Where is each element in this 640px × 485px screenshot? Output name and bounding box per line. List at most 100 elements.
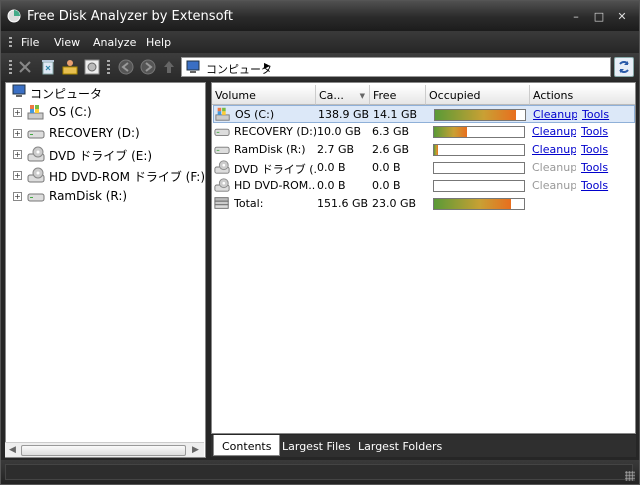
windows-drive-icon	[215, 106, 231, 122]
column-occupied[interactable]: Occupied	[426, 85, 530, 105]
tree-item-dvd[interactable]: + DVD ドライブ (E:)	[6, 145, 205, 165]
free-value: 2.6 GB	[372, 143, 410, 156]
dvd-drive-icon	[27, 167, 45, 183]
volume-name: Total:	[234, 197, 264, 210]
tree-item-label: RECOVERY (D:)	[49, 126, 140, 140]
menu-analyze[interactable]: Analyze	[93, 36, 136, 49]
tree-horizontal-scrollbar[interactable]: ◀ ▶	[5, 442, 204, 457]
menu-grip[interactable]	[9, 37, 12, 48]
computer-icon	[12, 84, 30, 100]
title-bar[interactable]: Free Disk Analyzer by Extensoft – □ ✕	[1, 1, 639, 31]
hard-drive-icon	[27, 188, 45, 204]
window-title: Free Disk Analyzer by Extensoft	[27, 9, 233, 24]
tree-item-os[interactable]: + OS (C:)	[6, 103, 205, 123]
volume-name: HD DVD-ROM...	[234, 179, 316, 192]
tab-contents[interactable]: Contents	[213, 435, 281, 456]
table-row[interactable]: Total: 151.6 GB 23.0 GB	[213, 195, 635, 213]
sort-desc-icon: ▼	[359, 92, 365, 100]
occupied-bar-fill	[434, 127, 467, 137]
view-tabs: Contents Largest Files Largest Folders	[211, 435, 636, 457]
address-path[interactable]: コンピュータ	[206, 61, 272, 77]
breadcrumb-arrow-icon[interactable]: ▶	[264, 61, 270, 70]
column-actions-label: Actions	[533, 89, 574, 102]
occupied-bar	[433, 180, 525, 192]
disk-properties-icon[interactable]	[82, 57, 102, 77]
folder-tree[interactable]: コンピュータ + OS (C:) + RECOVERY (D:) + DVD ド…	[5, 82, 206, 458]
maximize-button[interactable]: □	[590, 10, 608, 24]
tools-link[interactable]: Tools	[581, 179, 611, 192]
scroll-left-icon[interactable]: ◀	[9, 445, 16, 455]
cleanup-link[interactable]: Cleanup	[532, 143, 576, 156]
table-row[interactable]: RECOVERY (D:) 10.0 GB 6.3 GB Cleanup Tools	[213, 123, 635, 141]
column-free[interactable]: Free	[370, 85, 426, 105]
volume-name: RamDisk (R:)	[234, 143, 306, 156]
back-icon[interactable]	[116, 57, 136, 77]
capacity-value: 0.0 B	[317, 179, 346, 192]
tab-largest-files[interactable]: Largest Files	[274, 435, 359, 456]
column-volume[interactable]: Volume	[212, 85, 316, 105]
cleanup-link[interactable]: Cleanup	[533, 108, 577, 121]
computer-icon	[186, 60, 202, 74]
scroll-right-icon[interactable]: ▶	[192, 445, 199, 455]
cleanup-link: Cleanup	[532, 179, 576, 192]
table-row[interactable]: DVD ドライブ (... 0.0 B 0.0 B Cleanup Tools	[213, 159, 635, 177]
toolbar-grip[interactable]	[9, 60, 12, 75]
volume-name: RECOVERY (D:)	[234, 125, 316, 138]
minimize-button[interactable]: –	[567, 10, 585, 24]
tree-root[interactable]: コンピュータ	[6, 83, 205, 103]
status-bar	[1, 460, 639, 484]
tools-link[interactable]: Tools	[582, 108, 612, 121]
tree-item-label: OS (C:)	[49, 105, 92, 119]
capacity-value: 2.7 GB	[317, 143, 355, 156]
tools-link[interactable]: Tools	[581, 125, 611, 138]
tree-item-ramdisk[interactable]: + RamDisk (R:)	[6, 187, 205, 207]
occupied-bar	[433, 144, 525, 156]
toolbar-grip-2[interactable]	[107, 60, 110, 75]
occupied-bar-fill	[435, 110, 516, 120]
close-button[interactable]: ✕	[613, 10, 631, 24]
status-text-area	[5, 464, 633, 480]
cleanup-link: Cleanup	[532, 161, 576, 174]
app-window: Free Disk Analyzer by Extensoft – □ ✕ Fi…	[0, 0, 640, 485]
forward-icon[interactable]	[138, 57, 158, 77]
column-actions[interactable]: Actions	[530, 85, 635, 105]
cleanup-link[interactable]: Cleanup	[532, 125, 576, 138]
free-value: 14.1 GB	[373, 108, 418, 121]
expand-icon[interactable]: +	[13, 108, 22, 117]
up-icon[interactable]	[159, 57, 179, 77]
toolbar: コンピュータ ▶	[1, 53, 639, 81]
dvd-drive-icon	[214, 177, 230, 193]
tree-item-recovery[interactable]: + RECOVERY (D:)	[6, 124, 205, 144]
table-row[interactable]: OS (C:) 138.9 GB 14.1 GB Cleanup Tools	[213, 105, 635, 123]
resize-grip-icon[interactable]	[625, 471, 635, 481]
menu-view[interactable]: View	[54, 36, 80, 49]
tree-item-hddvd[interactable]: + HD DVD-ROM ドライブ (F:)	[6, 166, 205, 186]
column-volume-label: Volume	[215, 89, 256, 102]
free-value: 23.0 GB	[372, 197, 417, 210]
menu-help[interactable]: Help	[146, 36, 171, 49]
address-bar[interactable]: コンピュータ ▶	[181, 57, 611, 77]
expand-icon[interactable]: +	[13, 171, 22, 180]
tools-link[interactable]: Tools	[581, 143, 611, 156]
tab-largest-folders[interactable]: Largest Folders	[350, 435, 450, 456]
tree-item-label: HD DVD-ROM ドライブ (F:)	[49, 170, 205, 184]
tools-link[interactable]: Tools	[581, 161, 611, 174]
volume-list[interactable]: Volume Ca... ▼ Free Occupied Actions OS (…	[211, 82, 636, 434]
capacity-value: 10.0 GB	[317, 125, 362, 138]
occupied-bar	[433, 126, 525, 138]
refresh-icon[interactable]	[614, 57, 634, 77]
column-capacity[interactable]: Ca... ▼	[316, 85, 370, 105]
occupied-bar	[434, 109, 526, 121]
delete-icon[interactable]	[15, 57, 35, 77]
table-row[interactable]: HD DVD-ROM... 0.0 B 0.0 B Cleanup Tools	[213, 177, 635, 195]
recycle-bin-icon[interactable]	[38, 57, 58, 77]
tree-root-label: コンピュータ	[30, 87, 103, 101]
user-folder-icon[interactable]	[60, 57, 80, 77]
scroll-thumb[interactable]	[21, 445, 186, 456]
table-row[interactable]: RamDisk (R:) 2.7 GB 2.6 GB Cleanup Tools	[213, 141, 635, 159]
occupied-bar-fill	[434, 199, 511, 209]
expand-icon[interactable]: +	[13, 150, 22, 159]
expand-icon[interactable]: +	[13, 192, 22, 201]
expand-icon[interactable]: +	[13, 129, 22, 138]
menu-file[interactable]: File	[21, 36, 39, 49]
